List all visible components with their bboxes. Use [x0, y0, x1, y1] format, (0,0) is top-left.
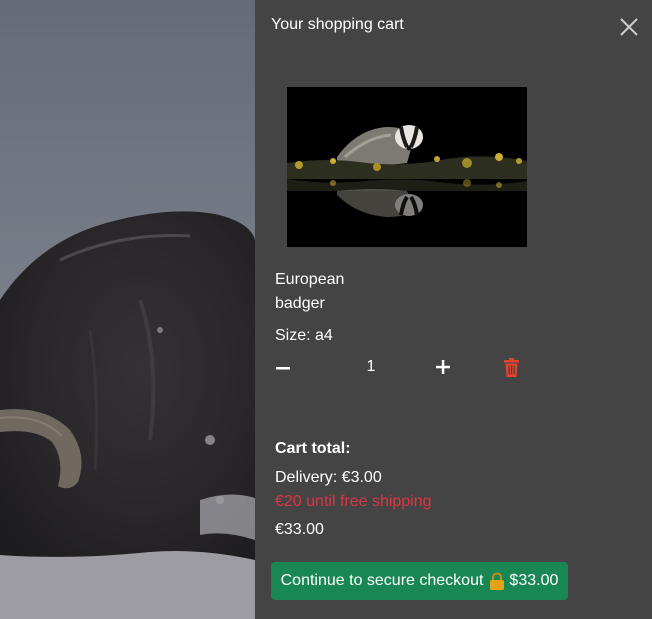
- lock-icon: [489, 572, 505, 590]
- cart-total-amount: €33.00: [275, 521, 324, 538]
- product-name: European badger: [275, 271, 345, 312]
- background-photo: [0, 0, 255, 619]
- free-shipping-notice: €20 until free shipping: [275, 493, 432, 510]
- quantity-value: 1: [366, 358, 376, 375]
- checkout-amount: $33.00: [509, 572, 559, 589]
- delivery-cost: Delivery: €3.00: [275, 469, 382, 486]
- cart-drawer: Your shopping cart European badger Size:…: [255, 0, 652, 619]
- badger-photo: [287, 87, 527, 247]
- cart-total-label: Cart total:: [275, 440, 351, 457]
- close-icon[interactable]: [618, 16, 640, 38]
- backdrop-overlay[interactable]: [0, 0, 255, 619]
- minus-icon[interactable]: [275, 360, 291, 376]
- trash-icon[interactable]: [504, 358, 519, 377]
- product-size: Size: a4: [275, 327, 333, 344]
- checkout-label: Continue to secure checkout: [280, 572, 484, 589]
- product-image: [287, 87, 527, 247]
- quantity-stepper: 1: [275, 356, 535, 380]
- checkout-button[interactable]: Continue to secure checkout $33.00: [271, 562, 568, 600]
- cart-title: Your shopping cart: [271, 16, 404, 33]
- plus-icon[interactable]: [435, 359, 451, 375]
